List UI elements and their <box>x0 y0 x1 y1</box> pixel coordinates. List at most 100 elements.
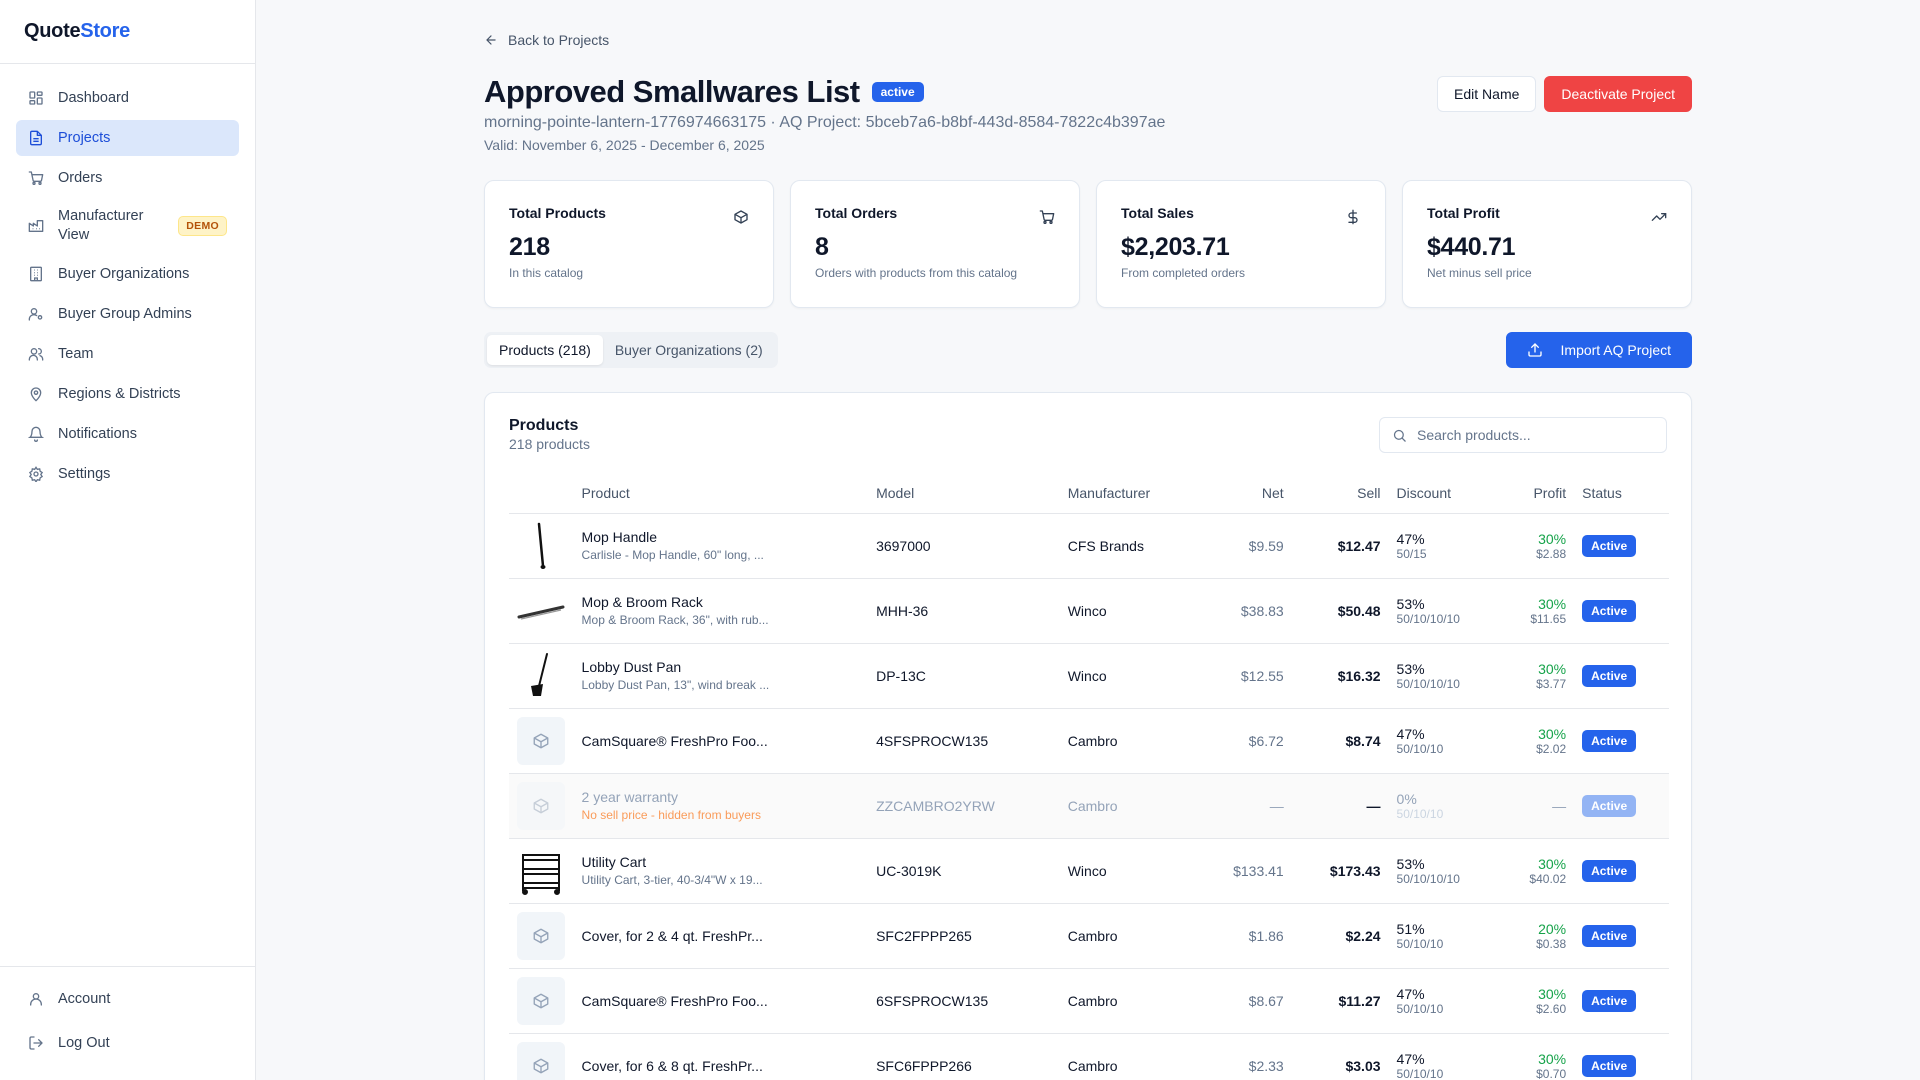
product-image <box>517 522 565 570</box>
sidebar-item-buyer-group-admins[interactable]: Buyer Group Admins <box>16 296 239 332</box>
product-name[interactable]: Mop & Broom Rack <box>582 594 861 610</box>
validity-dates: Valid: November 6, 2025 - December 6, 20… <box>484 137 765 153</box>
table-row[interactable]: CamSquare® FreshPro Foo... 4SFSPROCW135 Ca… <box>509 708 1669 774</box>
model-cell: 4SFSPROCW135 <box>868 708 1060 774</box>
column-header-net[interactable]: Net <box>1200 473 1292 514</box>
sidebar-item-dashboard[interactable]: Dashboard <box>16 80 239 116</box>
product-name[interactable]: Utility Cart <box>582 854 861 870</box>
sidebar-item-label: Settings <box>58 465 111 482</box>
table-row[interactable]: 2 year warranty No sell price - hidden fr… <box>509 773 1669 839</box>
product-cell: Cover, for 2 & 4 qt. FreshPr... <box>573 903 869 969</box>
column-header-manufacturer[interactable]: Manufacturer <box>1059 473 1201 514</box>
status-badge[interactable]: Active <box>1582 924 1637 947</box>
product-name[interactable]: CamSquare® FreshPro Foo... <box>582 733 861 749</box>
discount-percent: 47% <box>1396 985 1425 1002</box>
product-name[interactable]: Mop Handle <box>582 529 861 545</box>
document-icon <box>28 130 44 146</box>
factory-icon <box>28 218 44 234</box>
model-cell: SFC2FPPP265 <box>868 903 1060 969</box>
discount-breakdown: 50/10/10/10 <box>1396 676 1460 691</box>
sidebar-item-label: Buyer Group Admins <box>58 305 192 322</box>
discount-breakdown: 50/10/10 <box>1396 806 1444 821</box>
sell-cell: $50.48 <box>1291 578 1389 644</box>
column-header-profit[interactable]: Profit <box>1513 473 1575 514</box>
status-badge[interactable]: Active <box>1582 599 1637 622</box>
table-row[interactable]: Utility Cart Utility Cart, 3-tier, 40-3/4… <box>509 838 1669 904</box>
status-badge[interactable]: Active <box>1582 534 1637 557</box>
discount-cell: 53% 50/10/10/10 <box>1388 643 1514 709</box>
back-link[interactable]: Back to Projects <box>484 32 609 48</box>
placeholder-box-icon <box>517 1041 565 1080</box>
discount-cell: 0% 50/10/10 <box>1388 773 1514 839</box>
product-description: Utility Cart, 3-tier, 40-3/4"W x 19... <box>581 873 763 887</box>
sidebar-item-settings[interactable]: Settings <box>16 456 239 492</box>
manufacturer-cell: Cambro <box>1059 1033 1201 1080</box>
model-cell: UC-3019K <box>868 838 1060 904</box>
table-row[interactable]: Cover, for 6 & 8 qt. FreshPr... SFC6FPPP2… <box>509 1033 1669 1080</box>
table-row[interactable]: Mop Handle Carlisle - Mop Handle, 60" lon… <box>509 513 1669 579</box>
brand-logo[interactable]: Quote Store <box>0 0 255 64</box>
column-header-product[interactable]: Product <box>573 473 869 514</box>
column-header-status[interactable]: Status <box>1574 473 1669 514</box>
status-cell: Active <box>1574 838 1669 904</box>
stat-value: 8 <box>815 233 829 261</box>
status-badge[interactable]: Active <box>1582 1054 1637 1077</box>
profit-percent: 30% <box>1538 595 1567 612</box>
status-badge[interactable]: Active <box>1582 664 1637 687</box>
sidebar-item-buyer-organizations[interactable]: Buyer Organizations <box>16 256 239 292</box>
column-header-sell[interactable]: Sell <box>1291 473 1389 514</box>
sidebar-item-regions-districts[interactable]: Regions & Districts <box>16 376 239 412</box>
sell-cell: $12.47 <box>1291 513 1389 579</box>
product-name[interactable]: Lobby Dust Pan <box>582 659 861 675</box>
project-status-badge: active <box>871 82 924 102</box>
user-cog-icon <box>28 306 44 322</box>
sidebar-item-projects[interactable]: Projects <box>16 120 239 156</box>
product-cell: Utility Cart Utility Cart, 3-tier, 40-3/4… <box>573 838 869 904</box>
product-name[interactable]: 2 year warranty <box>582 789 861 805</box>
sidebar-item-orders[interactable]: Orders <box>16 160 239 196</box>
stat-label: Total Orders <box>815 205 898 221</box>
product-image <box>517 587 565 635</box>
product-name[interactable]: Cover, for 6 & 8 qt. FreshPr... <box>582 1058 861 1074</box>
sidebar-item-manufacturer-view[interactable]: Manufacturer View DEMO <box>16 200 239 252</box>
search-input[interactable] <box>1417 427 1657 443</box>
sidebar-item-account[interactable]: Account <box>16 979 239 1019</box>
product-description: Carlisle - Mop Handle, 60" long, ... <box>581 548 764 562</box>
column-header-model[interactable]: Model <box>868 473 1060 514</box>
gear-icon <box>28 466 44 482</box>
trending-up-icon <box>1651 209 1667 225</box>
status-badge[interactable]: Active <box>1582 729 1637 752</box>
model-cell: 6SFSPROCW135 <box>868 968 1060 1034</box>
table-row[interactable]: Lobby Dust Pan Lobby Dust Pan, 13", wind … <box>509 643 1669 709</box>
product-cell: CamSquare® FreshPro Foo... <box>573 968 869 1034</box>
profit-amount: $2.88 <box>1536 546 1567 561</box>
product-cell: Mop & Broom Rack Mop & Broom Rack, 36", w… <box>573 578 869 644</box>
table-row[interactable]: CamSquare® FreshPro Foo... 6SFSPROCW135 Ca… <box>509 968 1669 1034</box>
import-aq-project-button[interactable]: Import AQ Project <box>1505 332 1692 368</box>
profit-cell: 30% $40.02 <box>1513 838 1575 904</box>
main-area: Back to Projects Approved Smallwares Lis… <box>256 0 1920 1080</box>
deactivate-project-button[interactable]: Deactivate Project <box>1544 76 1692 112</box>
sidebar-item-log-out[interactable]: Log Out <box>16 1023 239 1063</box>
search-icon <box>1393 429 1406 442</box>
sell-cell: $8.74 <box>1291 708 1389 774</box>
net-cell: — <box>1200 773 1292 839</box>
stat-card-total-sales: Total Sales $2,203.71 From completed order… <box>1096 180 1386 308</box>
status-badge[interactable]: Active <box>1582 794 1637 817</box>
table-row[interactable]: Mop & Broom Rack Mop & Broom Rack, 36", w… <box>509 578 1669 644</box>
sidebar-item-notifications[interactable]: Notifications <box>16 416 239 452</box>
tab-buyer-organizations[interactable]: Buyer Organizations (2) <box>603 335 775 365</box>
status-badge[interactable]: Active <box>1582 859 1637 882</box>
status-badge[interactable]: Active <box>1582 989 1637 1012</box>
product-name[interactable]: CamSquare® FreshPro Foo... <box>582 993 861 1009</box>
tab-products[interactable]: Products (218) <box>487 335 603 365</box>
column-header-discount[interactable]: Discount <box>1388 473 1514 514</box>
profit-percent: 30% <box>1538 855 1567 872</box>
table-row[interactable]: Cover, for 2 & 4 qt. FreshPr... SFC2FPPP2… <box>509 903 1669 969</box>
brand-name-part2: Store <box>80 20 130 42</box>
product-name[interactable]: Cover, for 2 & 4 qt. FreshPr... <box>582 928 861 944</box>
discount-cell: 53% 50/10/10/10 <box>1388 578 1514 644</box>
logout-icon <box>28 1035 44 1051</box>
sidebar-item-team[interactable]: Team <box>16 336 239 372</box>
edit-name-button[interactable]: Edit Name <box>1437 76 1537 112</box>
